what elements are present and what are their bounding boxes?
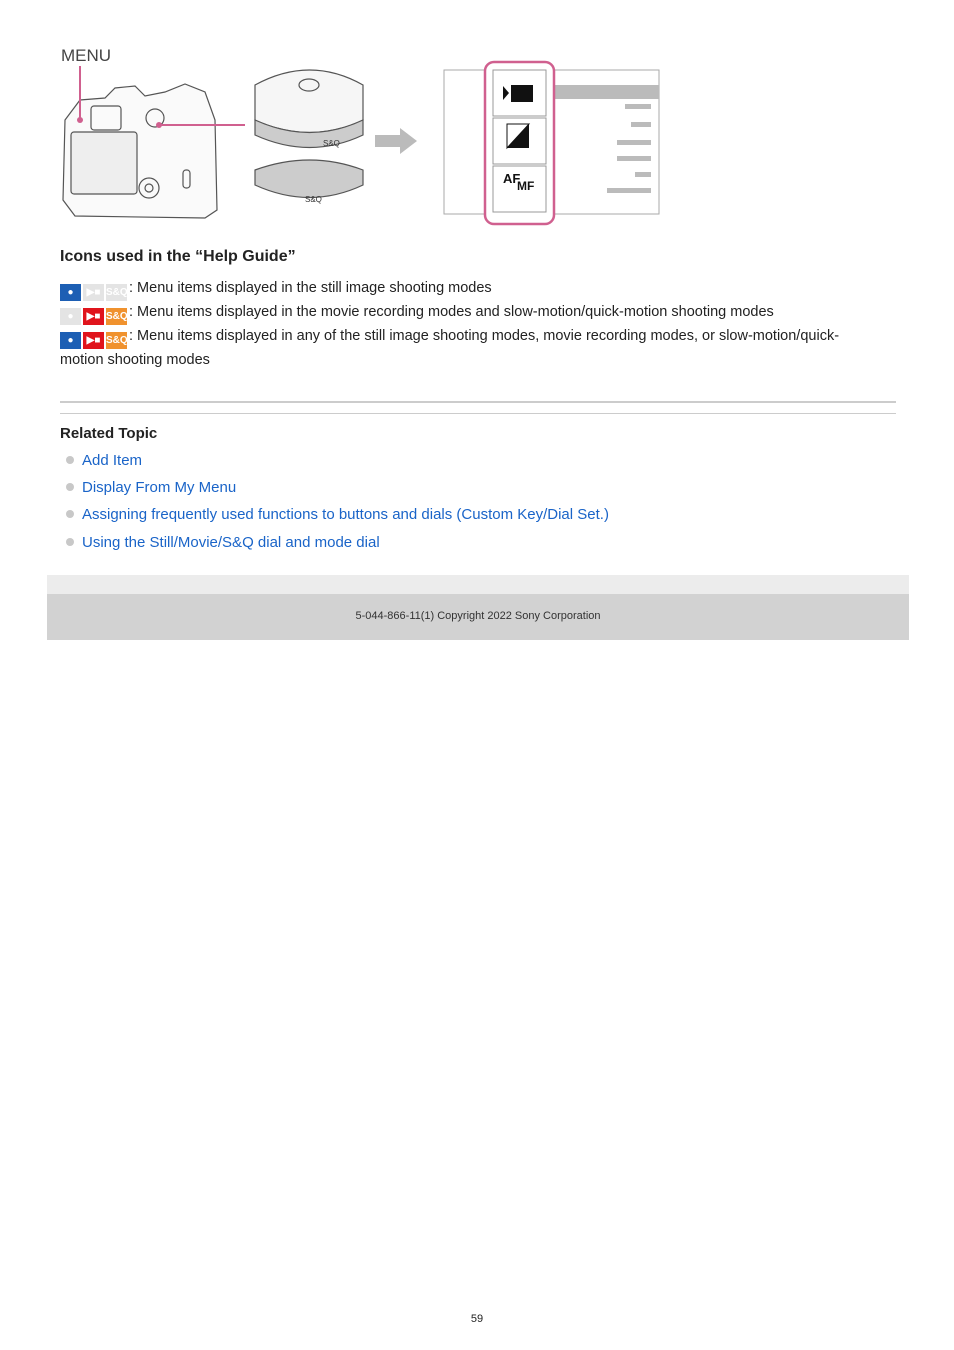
related-link-display-my-menu[interactable]: Display From My Menu xyxy=(66,479,609,506)
camera-icon: ● xyxy=(60,332,81,349)
bullet-icon xyxy=(66,483,74,491)
related-link-add-item[interactable]: Add Item xyxy=(66,452,609,479)
sq-icon: S&Q xyxy=(106,284,128,301)
camera-icon: ● xyxy=(60,284,81,301)
menu-illustration: MENU S&Q S&Q AF MF xyxy=(61,46,660,226)
svg-text:MF: MF xyxy=(517,179,534,193)
related-topic-list: Add Item Display From My Menu Assigning … xyxy=(66,452,609,561)
bullet-icon xyxy=(66,510,74,518)
help-guide-page: MENU S&Q S&Q AF MF Icons used in the “He… xyxy=(0,0,954,1350)
movie-icon: ▶■ xyxy=(83,284,104,301)
movie-icon: ▶■ xyxy=(83,332,104,349)
camera-icon: ● xyxy=(60,308,81,325)
related-topic-title: Related Topic xyxy=(60,425,158,442)
dial-drawing: S&Q S&Q xyxy=(254,69,364,204)
svg-text:S&Q: S&Q xyxy=(305,195,322,204)
svg-text:S&Q: S&Q xyxy=(323,139,340,148)
arrow-right-icon xyxy=(375,128,417,154)
bullet-icon xyxy=(66,538,74,546)
legend-row-still: ● ▶■ S&Q: Menu items displayed in the stil… xyxy=(60,277,860,301)
page-number: 59 xyxy=(470,1313,484,1325)
related-link-custom-key[interactable]: Assigning frequently used functions to b… xyxy=(66,506,609,534)
camera-drawing xyxy=(62,83,218,219)
icon-legend: ● ▶■ S&Q: Menu items displayed in the stil… xyxy=(60,277,860,371)
divider xyxy=(60,413,896,414)
movie-icon: ▶■ xyxy=(83,308,104,325)
sq-icon: S&Q xyxy=(106,308,128,325)
legend-row-movie: ● ▶■ S&Q: Menu items displayed in the movi… xyxy=(60,301,860,325)
bullet-icon xyxy=(66,456,74,464)
icons-section-title: Icons used in the “Help Guide” xyxy=(60,248,296,265)
related-link-mode-dial[interactable]: Using the Still/Movie/S&Q dial and mode … xyxy=(66,534,609,561)
divider xyxy=(60,401,896,403)
footer-copyright: 5-044-866-11(1) Copyright 2022 Sony Corp… xyxy=(47,594,909,640)
sq-icon: S&Q xyxy=(106,332,128,349)
camera-menu-screen: AF MF xyxy=(443,60,660,226)
legend-row-all: ● ▶■ S&Q: Menu items displayed in any of t… xyxy=(60,328,840,368)
footer-band xyxy=(47,575,909,594)
menu-label: MENU xyxy=(61,46,111,65)
